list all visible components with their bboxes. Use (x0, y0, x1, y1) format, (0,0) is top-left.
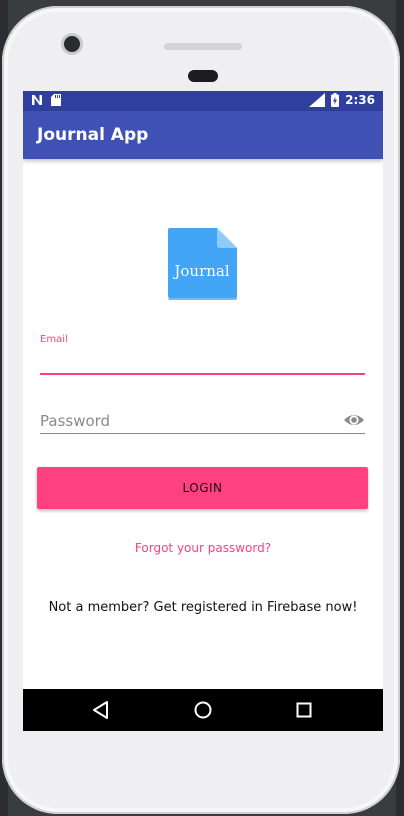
lte-signal-icon (309, 93, 326, 107)
status-bar: 2:36 (23, 91, 383, 111)
password-field[interactable] (40, 409, 340, 433)
front-camera (64, 36, 80, 52)
n-notification-icon (32, 95, 42, 105)
recents-icon[interactable] (294, 700, 314, 720)
sd-card-icon (51, 94, 61, 106)
battery-charging-icon (331, 93, 340, 107)
earpiece-speaker (164, 43, 242, 50)
phone-frame: 2:36 Journal App Journal Email LOGIN For… (2, 6, 400, 814)
email-field[interactable] (40, 349, 365, 375)
forgot-password-link[interactable]: Forgot your password? (23, 541, 383, 555)
logo-text: Journal (174, 262, 230, 280)
email-label: Email (40, 334, 68, 345)
journal-logo: Journal (167, 228, 239, 300)
proximity-sensor (188, 70, 218, 82)
register-link[interactable]: Not a member? Get registered in Firebase… (23, 600, 383, 615)
password-underline (40, 433, 365, 434)
navigation-bar (23, 689, 383, 731)
status-time: 2:36 (345, 93, 375, 107)
device-screen: 2:36 Journal App Journal Email LOGIN For… (23, 91, 383, 731)
login-button[interactable]: LOGIN (37, 467, 368, 509)
eye-icon[interactable] (343, 411, 365, 429)
home-icon[interactable] (193, 700, 213, 720)
app-title: Journal App (37, 125, 149, 145)
back-icon[interactable] (91, 700, 111, 720)
app-bar: Journal App (23, 111, 383, 159)
